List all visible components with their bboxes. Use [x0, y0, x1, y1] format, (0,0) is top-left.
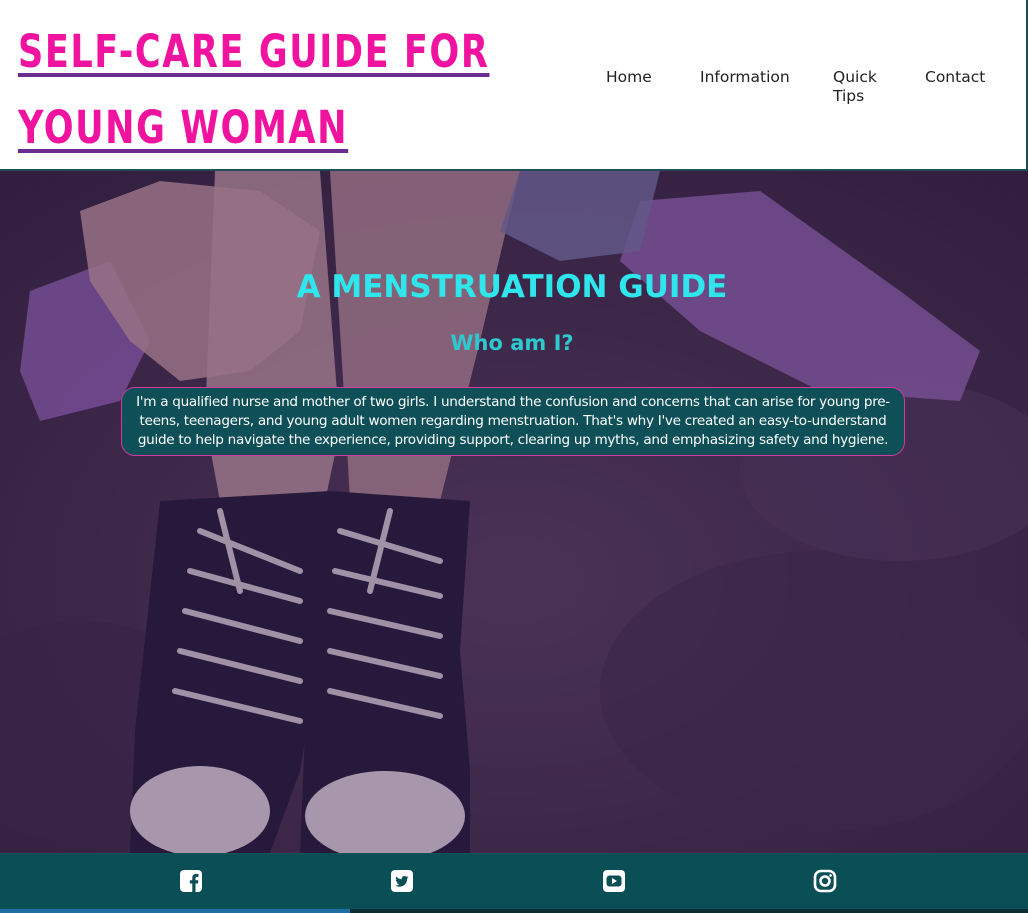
hero-section: A MENSTRUATION GUIDE Who am I? I'm a qua…: [0, 171, 1028, 853]
nav-link-contact[interactable]: Contact: [925, 68, 985, 87]
intro-text-box: I'm a qualified nurse and mother of two …: [121, 387, 905, 456]
instagram-icon[interactable]: [813, 869, 837, 893]
hero-subheading: Who am I?: [450, 331, 574, 355]
nav-link-information[interactable]: Information: [700, 68, 790, 87]
site-header: SELF-CARE GUIDE FOR YOUNG WOMAN Home Inf…: [0, 0, 1028, 171]
nav-link-home[interactable]: Home: [606, 68, 652, 87]
social-footer: [0, 853, 1028, 913]
scrollbar-thumb[interactable]: [0, 909, 350, 913]
twitter-icon[interactable]: [390, 869, 414, 893]
scrollbar-track[interactable]: [350, 909, 1028, 913]
main-nav: Home Information Quick Tips Contact: [0, 66, 1028, 116]
nav-link-quick-tips[interactable]: Quick Tips: [833, 68, 893, 106]
youtube-icon[interactable]: [602, 869, 626, 893]
hero-heading: A MENSTRUATION GUIDE: [296, 269, 728, 305]
facebook-icon[interactable]: [179, 869, 203, 893]
